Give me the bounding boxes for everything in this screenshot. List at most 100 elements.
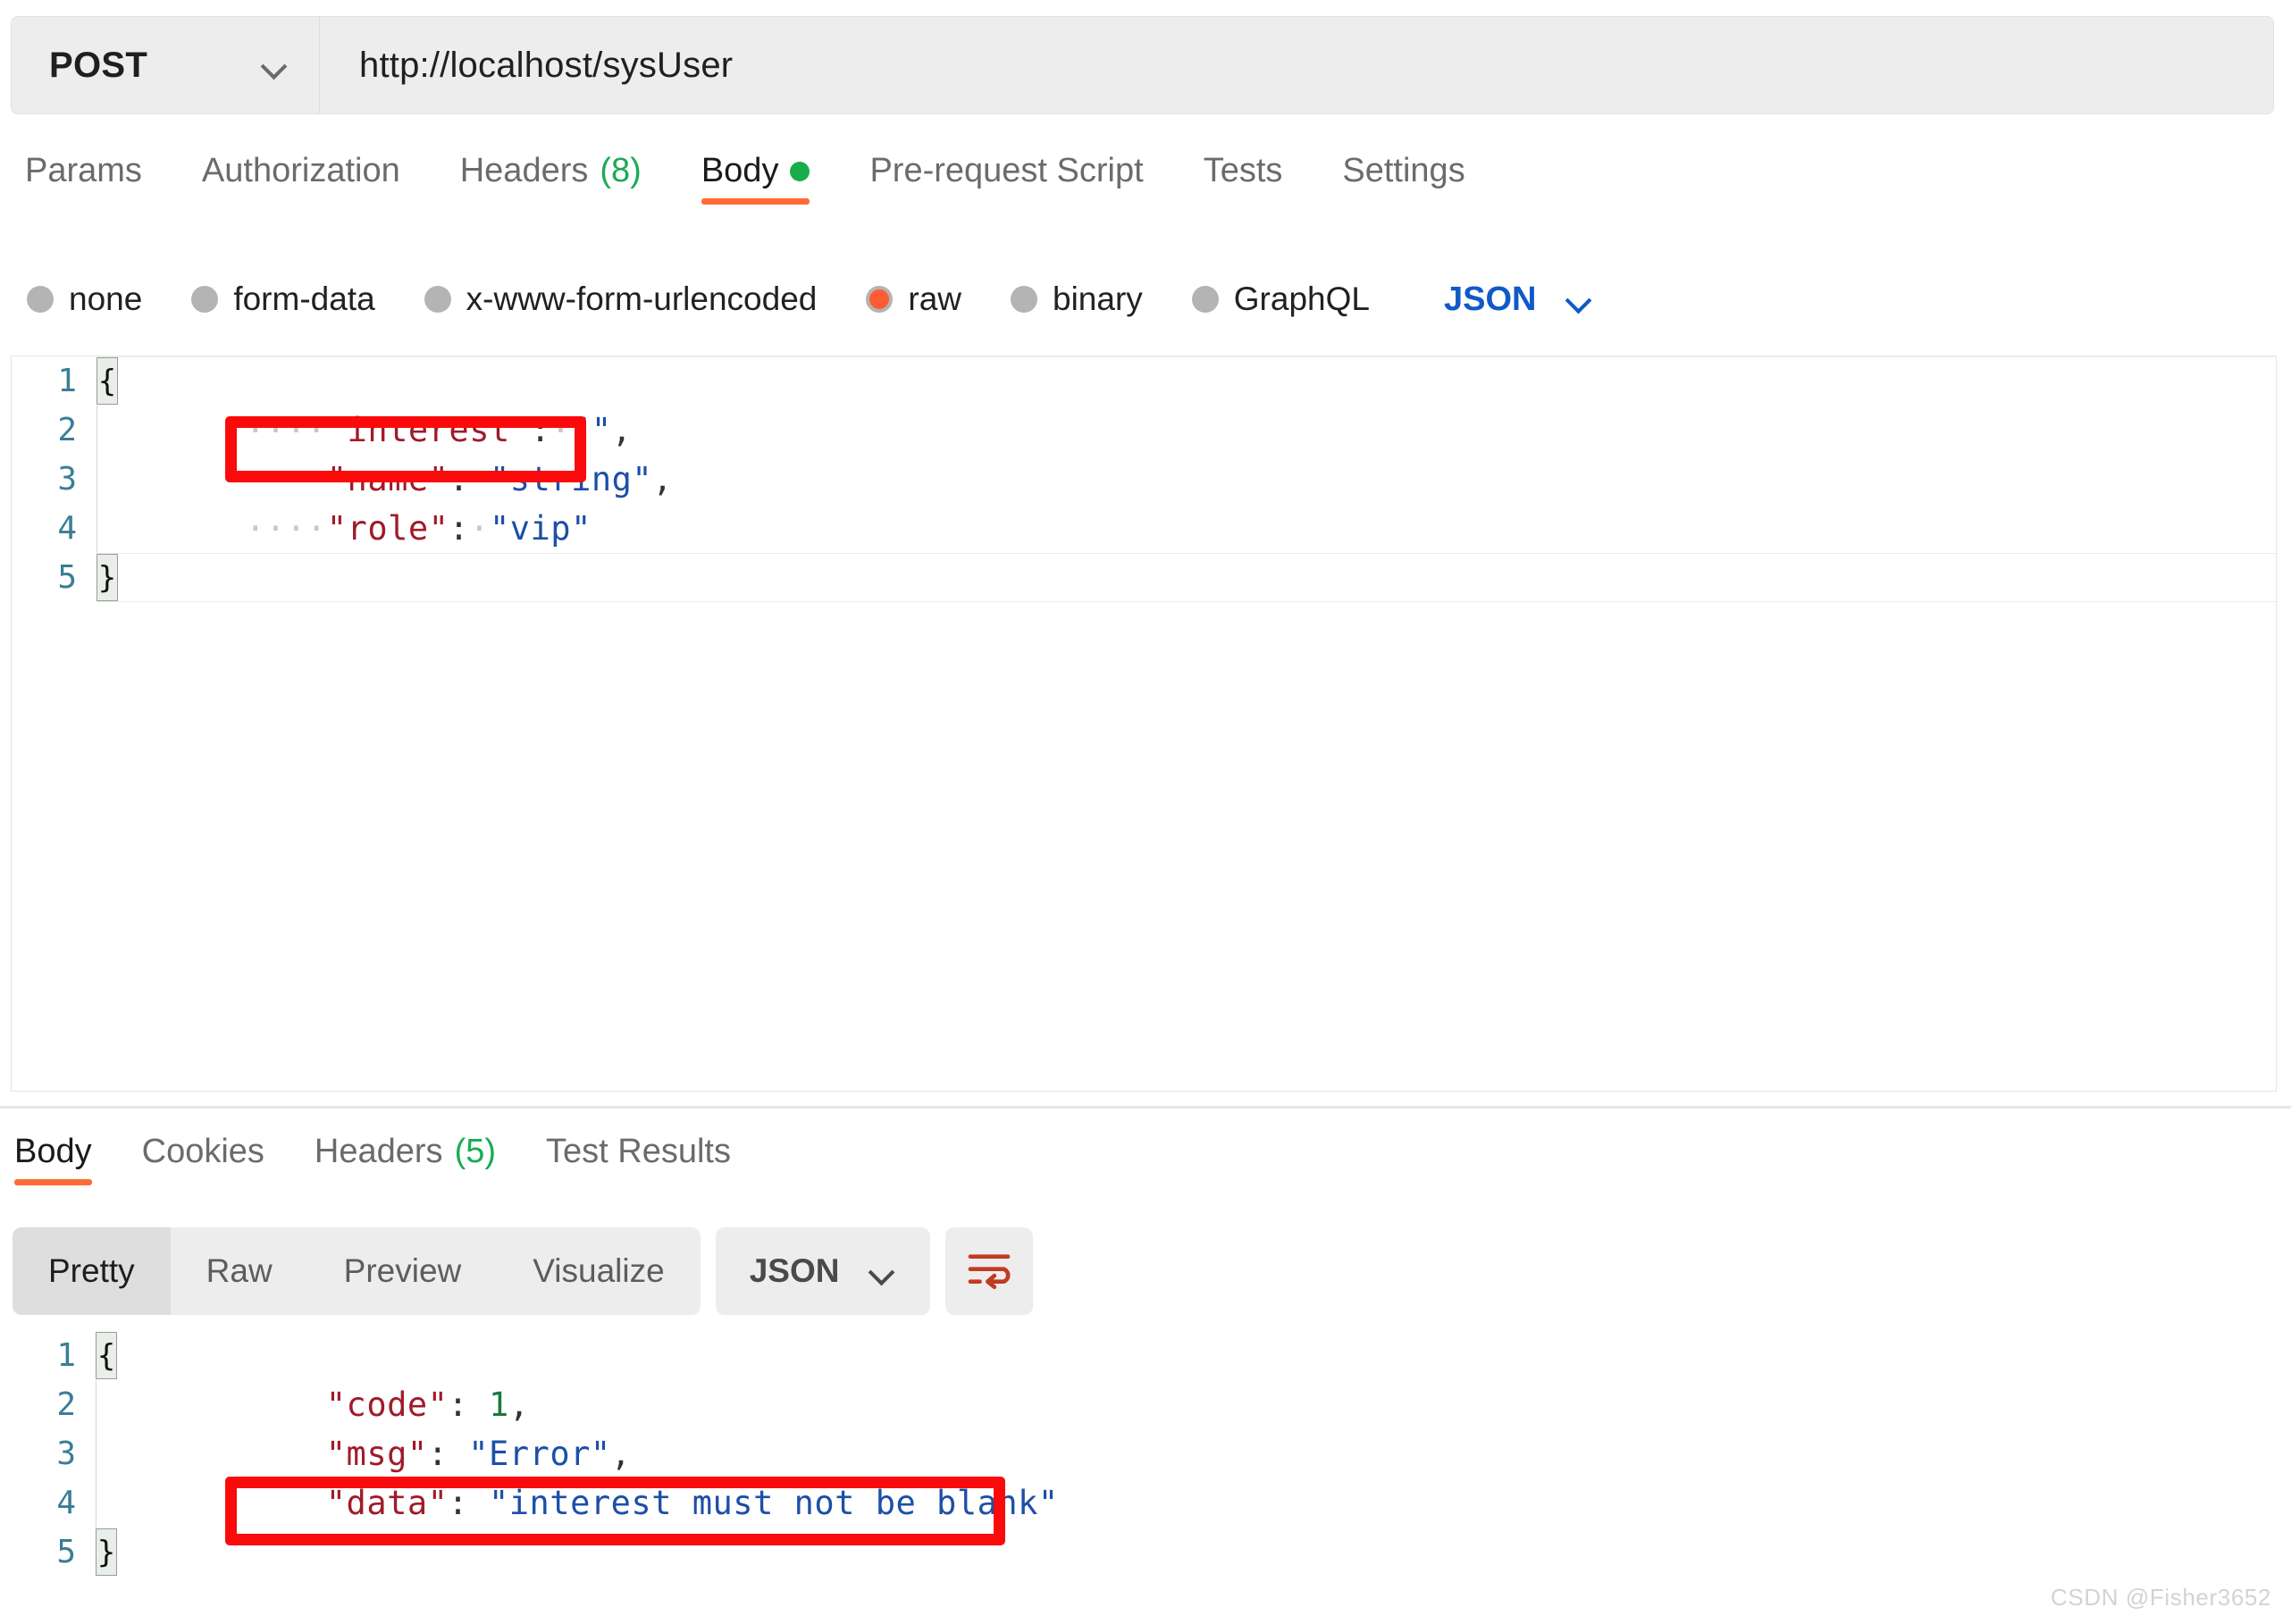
body-type-none-label: none xyxy=(69,280,142,318)
body-type-urlencoded[interactable]: x-www-form-urlencoded xyxy=(424,280,818,318)
line-number: 1 xyxy=(11,1337,96,1374)
body-type-binary-label: binary xyxy=(1053,280,1143,318)
body-type-none[interactable]: none xyxy=(27,280,142,318)
response-view-mode-group: Pretty Raw Preview Visualize xyxy=(13,1227,701,1315)
line-number: 5 xyxy=(12,559,97,596)
indent-dots: ···· xyxy=(246,509,327,548)
green-status-dot-icon xyxy=(790,162,810,181)
radio-icon xyxy=(1011,286,1037,313)
fold-rail xyxy=(96,1429,115,1478)
radio-icon xyxy=(27,286,54,313)
view-mode-raw[interactable]: Raw xyxy=(171,1227,308,1315)
tab-params[interactable]: Params xyxy=(25,152,142,205)
chevron-down-icon xyxy=(869,1258,896,1285)
json-colon: : xyxy=(448,1484,468,1522)
brace-fold-marker[interactable]: } xyxy=(97,554,118,601)
response-tab-cookies[interactable]: Cookies xyxy=(142,1133,264,1185)
json-key: "role" xyxy=(327,509,449,548)
request-body-editor[interactable]: 1 { 2 ····"interest":·"", 3 ····"name":·… xyxy=(11,356,2277,1092)
tab-headers-label: Headers xyxy=(460,152,589,190)
response-format-label: JSON xyxy=(750,1252,840,1290)
response-tab-body[interactable]: Body xyxy=(14,1133,92,1185)
response-tab-headers-label: Headers xyxy=(315,1133,443,1171)
word-wrap-icon xyxy=(964,1246,1014,1296)
tab-headers-count: (8) xyxy=(600,152,641,190)
body-type-urlencoded-label: x-www-form-urlencoded xyxy=(466,280,818,318)
space xyxy=(468,1484,489,1522)
url-input[interactable]: http://localhost/sysUser xyxy=(320,17,2273,113)
body-type-raw-label: raw xyxy=(908,280,961,318)
code-line: 4 ····"role":·"vip" xyxy=(12,504,2276,553)
body-type-raw[interactable]: raw xyxy=(866,280,961,318)
response-body-viewer[interactable]: 1 { 2 "code": 1, 3 "msg": "Error", 4 "da… xyxy=(11,1331,2277,1599)
view-mode-visualize-label: Visualize xyxy=(533,1252,664,1290)
fold-rail xyxy=(96,1380,115,1429)
response-tab-headers[interactable]: Headers (5) xyxy=(315,1133,496,1185)
response-tab-test-results[interactable]: Test Results xyxy=(546,1133,731,1185)
radio-selected-icon xyxy=(866,286,893,313)
body-type-selector: none form-data x-www-form-urlencoded raw… xyxy=(0,268,2291,331)
line-number: 5 xyxy=(11,1534,96,1570)
word-wrap-button[interactable] xyxy=(945,1227,1033,1315)
line-number: 2 xyxy=(11,1386,96,1423)
space-dot: · xyxy=(469,509,490,548)
fold-rail xyxy=(97,406,116,455)
code-line: 5 } xyxy=(12,553,2276,602)
brace-fold-marker[interactable]: } xyxy=(96,1528,117,1576)
indent-space xyxy=(245,1484,326,1522)
brace-fold-marker[interactable]: { xyxy=(97,357,118,405)
watermark: CSDN @Fisher3652 xyxy=(2051,1584,2271,1611)
brace-fold-marker[interactable]: { xyxy=(96,1332,117,1379)
fold-rail xyxy=(97,455,116,504)
view-mode-preview[interactable]: Preview xyxy=(308,1227,498,1315)
request-tab-bar: Params Authorization Headers (8) Body Pr… xyxy=(0,152,2291,223)
line-number: 4 xyxy=(11,1485,96,1521)
tab-settings[interactable]: Settings xyxy=(1342,152,1464,205)
json-key: "data" xyxy=(326,1484,449,1522)
view-mode-pretty[interactable]: Pretty xyxy=(13,1227,171,1315)
view-mode-visualize[interactable]: Visualize xyxy=(497,1227,700,1315)
tab-body-label: Body xyxy=(701,152,779,190)
tab-params-label: Params xyxy=(25,152,142,190)
response-tab-cookies-label: Cookies xyxy=(142,1133,264,1171)
line-number: 3 xyxy=(12,461,97,498)
json-comma: , xyxy=(652,460,673,498)
http-method-selector[interactable]: POST xyxy=(12,17,320,113)
json-value: "vip" xyxy=(490,509,592,548)
json-value: "interest must not be blank" xyxy=(489,1484,1059,1522)
chevron-down-icon xyxy=(1566,286,1593,313)
http-method-label: POST xyxy=(49,46,147,86)
line-number: 3 xyxy=(11,1436,96,1472)
request-url-bar: POST http://localhost/sysUser xyxy=(11,16,2274,114)
body-type-graphql-label: GraphQL xyxy=(1234,280,1370,318)
body-type-form-data[interactable]: form-data xyxy=(191,280,374,318)
tab-authorization[interactable]: Authorization xyxy=(202,152,400,205)
response-tab-body-label: Body xyxy=(14,1133,92,1171)
tab-pre-request-script[interactable]: Pre-request Script xyxy=(869,152,1143,205)
radio-icon xyxy=(191,286,218,313)
fold-rail xyxy=(97,504,116,553)
code-line: 4 "data": "interest must not be blank" xyxy=(11,1478,2277,1528)
response-view-toolbar: Pretty Raw Preview Visualize JSON xyxy=(13,1227,1033,1315)
view-mode-preview-label: Preview xyxy=(344,1252,462,1290)
json-colon: : xyxy=(449,509,469,548)
tab-settings-label: Settings xyxy=(1342,152,1464,190)
code-line: 5 } xyxy=(11,1528,2277,1577)
fold-rail xyxy=(96,1478,115,1528)
tab-tests[interactable]: Tests xyxy=(1204,152,1283,205)
response-tab-test-results-label: Test Results xyxy=(546,1133,731,1171)
view-mode-raw-label: Raw xyxy=(206,1252,273,1290)
tab-authorization-label: Authorization xyxy=(202,152,400,190)
tab-headers[interactable]: Headers (8) xyxy=(460,152,642,205)
body-type-binary[interactable]: binary xyxy=(1011,280,1143,318)
response-tab-headers-count: (5) xyxy=(455,1133,496,1171)
chevron-down-icon xyxy=(262,52,289,79)
radio-icon xyxy=(424,286,451,313)
tab-body[interactable]: Body xyxy=(701,152,810,205)
line-number: 2 xyxy=(12,412,97,448)
body-type-graphql[interactable]: GraphQL xyxy=(1192,280,1370,318)
radio-icon xyxy=(1192,286,1219,313)
tab-tests-label: Tests xyxy=(1204,152,1283,190)
response-format-selector[interactable]: JSON xyxy=(716,1227,931,1315)
request-format-selector[interactable]: JSON xyxy=(1444,280,1593,319)
